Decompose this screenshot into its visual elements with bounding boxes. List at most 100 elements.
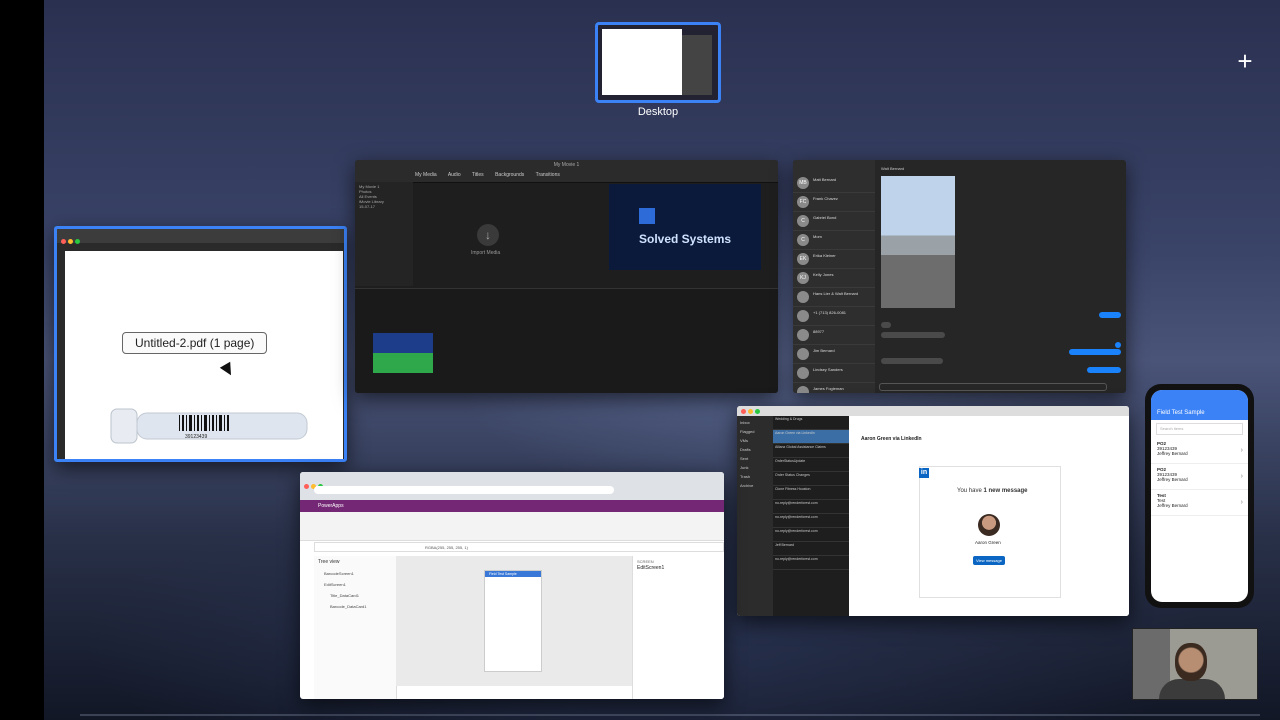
avatar [797, 291, 809, 303]
folder-sent[interactable]: Sent [737, 452, 773, 461]
browser-chrome [300, 472, 724, 500]
viewer-title-text: Solved Systems [639, 232, 732, 246]
window-title-tooltip: Untitled-2.pdf (1 page) [122, 332, 268, 354]
view-message-button[interactable]: View message [973, 556, 1005, 565]
tab-audio[interactable]: Audio [448, 172, 461, 178]
contact-name: Jim Bernard [813, 348, 835, 353]
avatar: FC [797, 196, 809, 208]
screen-header: Field Test Sample [485, 571, 541, 577]
avatar [797, 367, 809, 379]
list-item[interactable]: C Gabriel Bond [793, 212, 875, 231]
outlook-window[interactable]: Inbox Flagged VMs Drafts Sent Junk Trash… [737, 406, 1129, 616]
presenter-face [1175, 643, 1207, 681]
add-space-button[interactable]: + [1232, 48, 1258, 74]
list-item[interactable]: +1 (713) 826-0081 [793, 307, 875, 326]
outgoing-bubble [1087, 367, 1121, 373]
properties-panel: SCREEN EditScreen1 [632, 556, 724, 699]
phone-screen: Field Test Sample Search items PO2 39123… [1151, 390, 1248, 602]
mail-row[interactable]: no-reply@renderforest.com [773, 514, 849, 528]
list-item[interactable]: James Fogleman [793, 383, 875, 393]
imovie-timeline[interactable] [355, 288, 778, 393]
contact-name: James Fogleman [813, 386, 844, 391]
timeline-clip[interactable] [373, 333, 433, 373]
contact-name: Kelly Jones [813, 272, 834, 277]
mail-row[interactable]: Wedding & Drugs [773, 416, 849, 430]
list-item[interactable]: KJ Kelly Jones [793, 269, 875, 288]
address-bar[interactable] [314, 486, 614, 494]
props-type: SCREEN [637, 559, 654, 564]
contact-name: +1 (713) 826-0081 [813, 310, 847, 315]
folder-vms[interactable]: VMs [737, 434, 773, 443]
avatar: MB [797, 177, 809, 189]
powerapps-chrome-window[interactable]: PowerApps RGBA(255, 255, 255, 1) Tree vi… [300, 472, 724, 699]
list-item[interactable]: PO2 39123439 Jeffrey Bernard › [1151, 438, 1248, 464]
tab-titles[interactable]: Titles [472, 172, 484, 178]
mail-row[interactable]: Allianz Global Assistance Claims [773, 444, 849, 458]
imovie-tabs: My Media Audio Titles Backgrounds Transi… [415, 172, 570, 178]
list-item[interactable]: C Mom [793, 231, 875, 250]
message-input[interactable] [879, 383, 1107, 391]
list-item[interactable]: Jim Bernard [793, 345, 875, 364]
mail-row[interactable]: no-reply@renderforest.com [773, 500, 849, 514]
folder-trash[interactable]: Trash [737, 470, 773, 479]
conversation-list: MB Matt Bernard FC Frank Chavez C Gabriel B… [793, 160, 875, 393]
avatar: KJ [797, 272, 809, 284]
outgoing-bubble [1069, 349, 1121, 355]
sample-tube-image: 39123439 [110, 408, 308, 444]
list-item[interactable]: MB Matt Bernard [793, 174, 875, 193]
search-input[interactable]: Search items [1156, 423, 1243, 435]
mail-row[interactable]: Clone Fitness Houston [773, 486, 849, 500]
contact-name: Erika Kleiner [813, 253, 836, 258]
app-screen-preview[interactable]: Field Test Sample [484, 570, 542, 672]
list-item[interactable]: Hans Lier & Walt Bernard [793, 288, 875, 307]
item-line2: Jeffrey Bernard [1157, 477, 1188, 482]
imovie-title: My Movie 1 [553, 162, 580, 168]
folder-drafts[interactable]: Drafts [737, 443, 773, 452]
imovie-window[interactable]: My Movie 1 My Media Audio Titles Backgro… [355, 160, 778, 393]
list-item[interactable]: 88977 [793, 326, 875, 345]
mail-row[interactable]: no-reply@renderforest.com [773, 528, 849, 542]
sidebar-item-event[interactable]: 15-07-17 [359, 204, 409, 209]
tab-backgrounds[interactable]: Backgrounds [495, 172, 524, 178]
desktop-space-thumbnail[interactable] [595, 22, 721, 103]
folder-junk[interactable]: Junk [737, 461, 773, 470]
incoming-bubble [881, 322, 891, 328]
list-item[interactable]: EK Erika Kleiner [793, 250, 875, 269]
avatar [797, 348, 809, 360]
dock-edge [80, 714, 1260, 716]
tab-transitions[interactable]: Transitions [536, 172, 560, 178]
formula-bar[interactable]: RGBA(255, 255, 255, 1) [314, 542, 724, 552]
chevron-right-icon: › [1240, 473, 1243, 480]
avatar [797, 386, 809, 393]
import-arrow-icon[interactable]: ↓ [477, 224, 499, 246]
list-item[interactable]: Test Test Jeffrey Bernard › [1151, 490, 1248, 516]
messages-window[interactable]: MB Matt Bernard FC Frank Chavez C Gabriel B… [793, 160, 1126, 393]
list-item[interactable]: Lindsey Sanders [793, 364, 875, 383]
tab-my-media[interactable]: My Media [415, 172, 437, 178]
item-line2: Jeffrey Bernard [1157, 503, 1188, 508]
mail-row[interactable]: OrderStatusUpdate [773, 458, 849, 472]
contact-name: Mom [813, 234, 822, 239]
desktop-space-label: Desktop [637, 106, 679, 118]
mail-row[interactable]: no-reply@renderforest.com [773, 556, 849, 570]
tree-item[interactable]: EditScreen1 [314, 579, 396, 590]
tree-item[interactable]: Title_DataCard1 [314, 590, 396, 601]
tree-item[interactable]: BarcodeScreen1 [314, 568, 396, 579]
powerapps-header: PowerApps [300, 500, 724, 512]
folder-inbox[interactable]: Inbox [737, 416, 773, 425]
list-item[interactable]: PO2 39123439 Jeffrey Bernard › [1151, 464, 1248, 490]
incoming-bubble [881, 358, 943, 364]
folder-flagged[interactable]: Flagged [737, 425, 773, 434]
email-sender: Aaron Green via LinkedIn [861, 436, 922, 442]
tree-item[interactable]: Barcode_DataCard1 [314, 601, 396, 612]
message-photo[interactable] [881, 176, 955, 308]
mail-row[interactable]: Order Status Changes [773, 472, 849, 486]
mail-row-selected[interactable]: Aaron Green via LinkedIn [773, 430, 849, 444]
tree-view-title: Tree view [318, 559, 340, 565]
list-item[interactable]: FC Frank Chavez [793, 193, 875, 212]
mail-row[interactable]: Jeff Bernard [773, 542, 849, 556]
phone-app-header: Field Test Sample [1151, 390, 1248, 420]
folder-archive[interactable]: Archive [737, 479, 773, 488]
imovie-library-sidebar: My Movie 1 Photos All Events iMovie Libr… [355, 182, 413, 286]
iphone-simulator[interactable]: Field Test Sample Search items PO2 39123… [1145, 384, 1254, 608]
